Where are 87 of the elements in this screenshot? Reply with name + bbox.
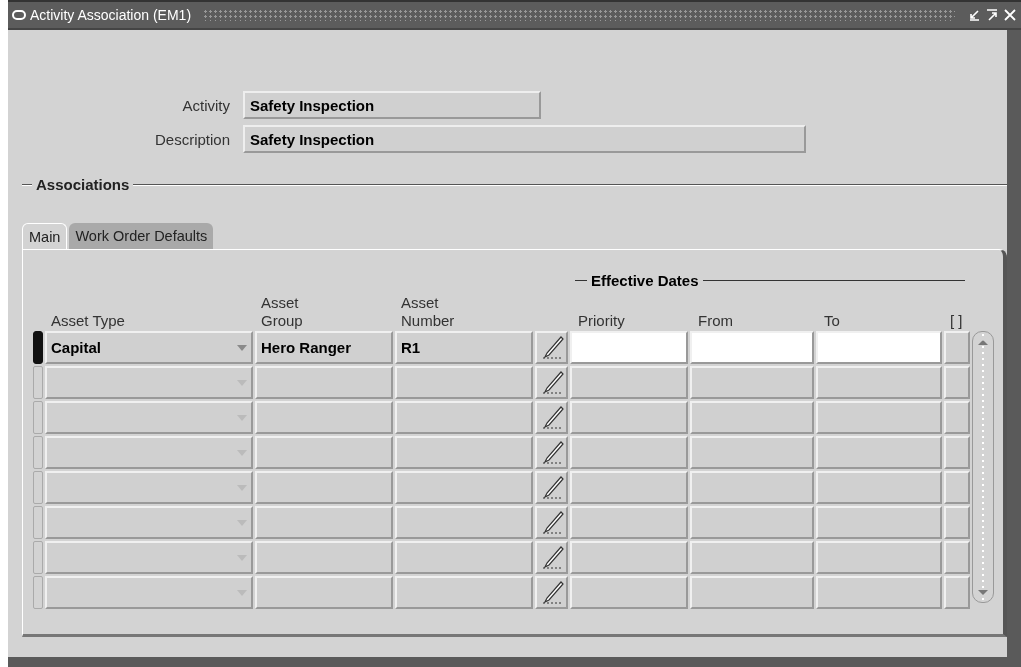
priority-field[interactable] — [570, 506, 688, 539]
priority-field[interactable] — [570, 331, 688, 364]
row-checkbox-field[interactable] — [944, 471, 970, 504]
priority-field[interactable] — [570, 366, 688, 399]
record-indicator[interactable] — [33, 331, 43, 364]
column-header: From — [697, 312, 734, 331]
asset-type-dropdown[interactable] — [45, 576, 253, 609]
asset-number-field[interactable] — [395, 401, 533, 434]
window-title: Activity Association (EM1) — [30, 7, 192, 23]
column-header: Asset Number — [400, 294, 456, 331]
from-date-field[interactable] — [690, 436, 814, 469]
dropdown-arrow-icon — [237, 344, 247, 351]
tab[interactable]: Main — [22, 223, 68, 249]
edit-button[interactable] — [535, 471, 568, 504]
section-title: Associations — [36, 176, 130, 193]
asset-group-field[interactable] — [255, 541, 393, 574]
asset-type-dropdown[interactable] — [45, 471, 253, 504]
column-header: Asset Group — [260, 294, 304, 331]
from-date-field[interactable] — [690, 576, 814, 609]
asset-number-field[interactable] — [395, 471, 533, 504]
field-label: Activity — [181, 96, 231, 114]
asset-type-dropdown[interactable] — [45, 436, 253, 469]
asset-group-field[interactable] — [255, 506, 393, 539]
edit-button[interactable] — [535, 541, 568, 574]
maximize-icon[interactable] — [985, 8, 999, 22]
edit-button[interactable] — [535, 366, 568, 399]
asset-number-field[interactable] — [395, 506, 533, 539]
to-date-field[interactable] — [816, 436, 942, 469]
asset-type-dropdown[interactable] — [45, 401, 253, 434]
to-date-field[interactable] — [816, 401, 942, 434]
to-date-field[interactable] — [816, 331, 942, 364]
from-date-field[interactable] — [690, 331, 814, 364]
column-header: Asset Type — [50, 312, 126, 331]
to-date-field[interactable] — [816, 471, 942, 504]
asset-group-field[interactable] — [255, 401, 393, 434]
asset-number-field[interactable]: R1 — [395, 331, 533, 364]
field-label: Description — [153, 130, 231, 148]
row-checkbox-field[interactable] — [944, 331, 970, 364]
asset-number-field[interactable] — [395, 541, 533, 574]
asset-group-field[interactable] — [255, 471, 393, 504]
activity-field[interactable]: Safety Inspection — [243, 91, 541, 119]
row-checkbox-field[interactable] — [944, 436, 970, 469]
column-header: [ ] — [949, 312, 964, 331]
priority-field[interactable] — [570, 436, 688, 469]
edit-button[interactable] — [535, 401, 568, 434]
asset-group-field[interactable] — [255, 366, 393, 399]
scrollbar[interactable] — [972, 331, 994, 603]
edit-button[interactable] — [535, 331, 568, 364]
minimize-icon[interactable] — [967, 8, 981, 22]
asset-group-field[interactable] — [255, 576, 393, 609]
asset-type-dropdown[interactable] — [45, 366, 253, 399]
priority-field[interactable] — [570, 541, 688, 574]
close-icon[interactable] — [1003, 8, 1017, 22]
to-date-field[interactable] — [816, 541, 942, 574]
tab[interactable]: Work Order Defaults — [69, 223, 214, 249]
row-checkbox-field[interactable] — [944, 541, 970, 574]
column-header: Priority — [577, 312, 626, 331]
row-checkbox-field[interactable] — [944, 401, 970, 434]
priority-field[interactable] — [570, 401, 688, 434]
group-heading: Effective Dates — [591, 272, 699, 289]
to-date-field[interactable] — [816, 506, 942, 539]
asset-number-field[interactable] — [395, 576, 533, 609]
priority-field[interactable] — [570, 471, 688, 504]
edit-button[interactable] — [535, 506, 568, 539]
asset-type-dropdown[interactable] — [45, 541, 253, 574]
row-checkbox-field[interactable] — [944, 506, 970, 539]
asset-number-field[interactable] — [395, 366, 533, 399]
asset-number-field[interactable] — [395, 436, 533, 469]
to-date-field[interactable] — [816, 366, 942, 399]
priority-field[interactable] — [570, 576, 688, 609]
from-date-field[interactable] — [690, 471, 814, 504]
asset-group-field[interactable] — [255, 436, 393, 469]
asset-type-dropdown[interactable]: Capital — [45, 331, 253, 364]
column-header: To — [823, 312, 841, 331]
row-checkbox-field[interactable] — [944, 576, 970, 609]
asset-group-field[interactable]: Hero Ranger — [255, 331, 393, 364]
edit-button[interactable] — [535, 436, 568, 469]
asset-type-dropdown[interactable] — [45, 506, 253, 539]
from-date-field[interactable] — [690, 366, 814, 399]
window-icon — [12, 10, 26, 20]
to-date-field[interactable] — [816, 576, 942, 609]
from-date-field[interactable] — [690, 401, 814, 434]
description-field[interactable]: Safety Inspection — [243, 125, 806, 153]
row-checkbox-field[interactable] — [944, 366, 970, 399]
edit-button[interactable] — [535, 576, 568, 609]
from-date-field[interactable] — [690, 506, 814, 539]
from-date-field[interactable] — [690, 541, 814, 574]
